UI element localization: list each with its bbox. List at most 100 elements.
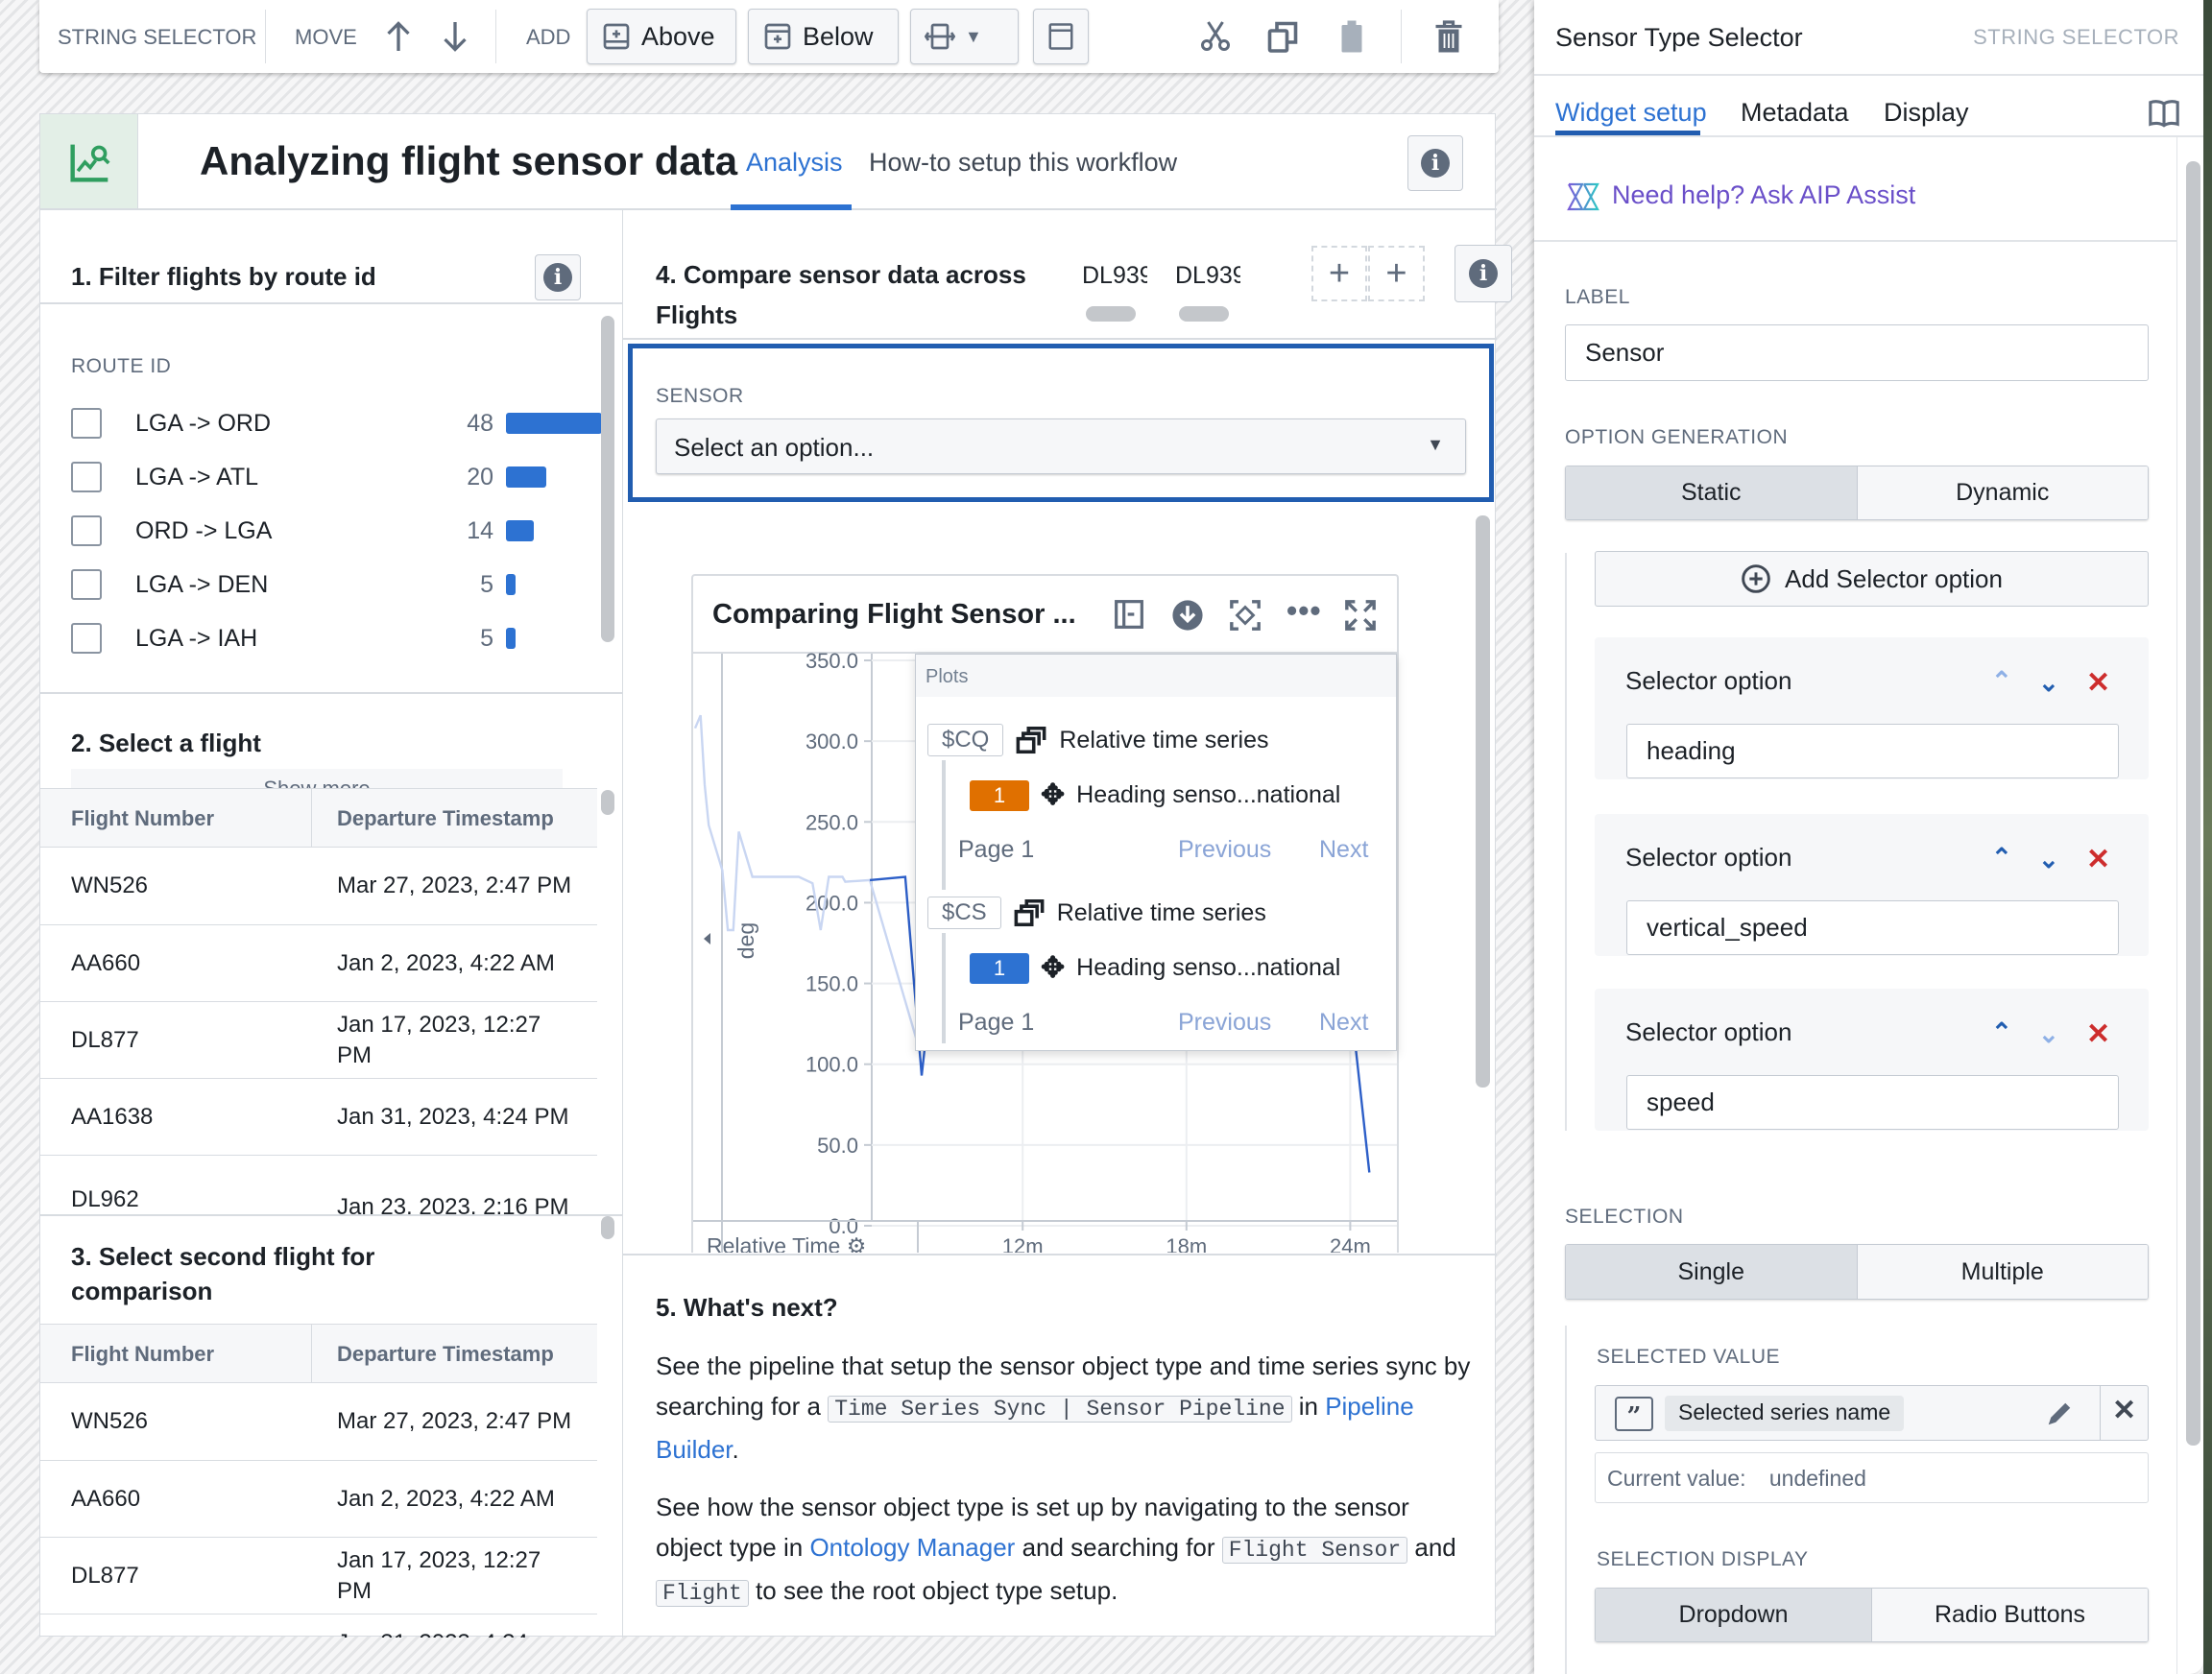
chart-scrollbar[interactable] — [1476, 515, 1490, 1088]
radio-buttons-option[interactable]: Radio Buttons — [1872, 1589, 2148, 1641]
whats-next-section: 5. What's next? See the pipeline that se… — [623, 1254, 1497, 1638]
compare-info-button[interactable]: i — [1455, 245, 1512, 302]
route-list-scrollbar[interactable] — [601, 316, 614, 642]
divider — [1534, 74, 2203, 76]
documentation-book-icon[interactable] — [2148, 99, 2180, 128]
multiple-option[interactable]: Multiple — [1857, 1245, 2148, 1299]
dynamic-option[interactable]: Dynamic — [1857, 466, 2148, 519]
add-above-button[interactable]: Above — [587, 9, 736, 64]
clear-value-icon[interactable]: ✕ — [2112, 1394, 2136, 1427]
route-count-bar — [506, 520, 535, 541]
table-row[interactable]: WN526 Mar 27, 2023, 2:47 PM — [40, 848, 597, 925]
selected-value-field[interactable]: ” Selected series name ✕ — [1595, 1385, 2149, 1441]
chevron-down-icon[interactable]: ⌃ — [2038, 666, 2059, 696]
route-row[interactable]: LGA -> ORD 48 — [71, 404, 609, 442]
next-page-button[interactable]: Next — [1319, 836, 1368, 864]
flight-number: AA660 — [71, 1485, 141, 1512]
table-row[interactable]: DL877 Jan 17, 2023, 12:27 PM — [40, 1538, 597, 1614]
add-plus-icon[interactable]: + — [1311, 246, 1367, 301]
arrow-up-icon[interactable] — [381, 19, 416, 54]
move-icon[interactable]: ✥ — [1041, 778, 1065, 812]
route-row[interactable]: LGA -> ATL 20 — [71, 458, 609, 496]
label-input[interactable]: Sensor — [1565, 324, 2149, 381]
series-row[interactable]: 1 ✥ Heading senso...national — [970, 778, 1340, 812]
plot-tag: $CQ — [927, 724, 1004, 756]
route-checkbox[interactable] — [71, 515, 102, 546]
single-option[interactable]: Single — [1566, 1245, 1858, 1299]
tab-display[interactable]: Display — [1884, 98, 1969, 128]
trash-icon[interactable] — [1431, 19, 1466, 54]
tab-metadata[interactable]: Metadata — [1741, 98, 1849, 128]
table-row[interactable]: AA660 Jan 2, 2023, 4:22 AM — [40, 925, 597, 1002]
option-value-input[interactable]: vertical_speed — [1626, 900, 2119, 955]
flight-table-scrollbar[interactable] — [601, 790, 614, 815]
route-checkbox[interactable] — [71, 408, 102, 439]
sensor-dropdown[interactable]: Select an option... ▼ — [656, 418, 1466, 474]
table-row[interactable]: AA660 Jan 2, 2023, 4:22 AM — [40, 1461, 597, 1538]
column-header-departure[interactable]: Departure Timestamp — [337, 806, 554, 831]
add-plus-icon[interactable]: + — [1368, 246, 1425, 301]
tab-widget-setup[interactable]: Widget setup — [1555, 98, 1707, 128]
cut-icon[interactable] — [1198, 19, 1233, 54]
route-checkbox[interactable] — [71, 462, 102, 492]
column-header-flight-number[interactable]: Flight Number — [71, 806, 214, 831]
panel-layout-button[interactable] — [1033, 9, 1089, 64]
table-row[interactable]: DL962 Jan 23, 2023, 2:16 PM — [40, 1156, 597, 1214]
tab-analysis[interactable]: Analysis — [746, 148, 843, 178]
remove-option-icon[interactable]: ✕ — [2086, 666, 2110, 700]
flight-number: DL877 — [71, 1562, 139, 1589]
panel-scrollbar[interactable] — [2186, 161, 2200, 1446]
chevron-up-icon[interactable]: ⌃ — [1991, 1017, 2012, 1047]
series-row[interactable]: 1 ✥ Heading senso...national — [970, 951, 1340, 985]
route-checkbox[interactable] — [71, 569, 102, 600]
edit-pencil-icon[interactable] — [2045, 1399, 2074, 1428]
arrow-down-icon[interactable] — [438, 19, 472, 54]
option-value-input[interactable]: speed — [1626, 1075, 2119, 1130]
route-row[interactable]: LGA -> DEN 5 — [71, 565, 609, 604]
flight-toggle[interactable] — [1086, 306, 1136, 322]
route-row[interactable]: LGA -> IAH 5 — [71, 619, 609, 658]
plot-tag: $CS — [927, 897, 1001, 929]
remove-option-icon[interactable]: ✕ — [2086, 843, 2110, 876]
flight-toggle[interactable] — [1179, 306, 1229, 322]
chevron-up-icon[interactable]: ⌃ — [1991, 843, 2012, 873]
previous-page-button[interactable]: Previous — [1178, 1009, 1271, 1037]
paste-icon — [1341, 20, 1362, 53]
copy-icon[interactable] — [1265, 19, 1300, 54]
second-table-scrollbar[interactable] — [601, 1216, 614, 1239]
column-header-departure[interactable]: Departure Timestamp — [337, 1342, 554, 1367]
indent-line — [1565, 1326, 1567, 1674]
tab-how-to-setup[interactable]: How-to setup this workflow — [869, 148, 1177, 178]
flight-number: WN526 — [71, 873, 149, 898]
table-row[interactable]: WN526 Mar 27, 2023, 2:47 PM — [40, 1383, 597, 1461]
table-row[interactable]: DL877 Jan 17, 2023, 12:27 PM — [40, 1002, 597, 1079]
plot-group-row[interactable]: $CQ Relative time series — [927, 724, 1269, 756]
ontology-manager-link[interactable]: Ontology Manager — [809, 1533, 1015, 1562]
plot-group-row[interactable]: $CS Relative time series — [927, 897, 1266, 929]
page-indicator: Page 1 — [958, 1009, 1035, 1036]
route-name: LGA -> ORD — [135, 409, 272, 437]
table-row[interactable]: AA1638 Jan 31, 2023, 4:24 PM — [40, 1079, 597, 1156]
route-checkbox[interactable] — [71, 623, 102, 654]
column-header-flight-number[interactable]: Flight Number — [71, 1342, 214, 1367]
current-value: undefined — [1768, 1466, 1866, 1491]
layers-icon — [1016, 726, 1046, 754]
dropdown-option[interactable]: Dropdown — [1596, 1589, 1872, 1641]
move-icon[interactable]: ✥ — [1041, 951, 1065, 985]
filter-info-button[interactable]: i — [535, 254, 581, 300]
departure-timestamp: Jan 31, 2023, 4:24 PM — [337, 1103, 569, 1130]
layout-dropdown-button[interactable]: ▼ — [910, 9, 1019, 64]
aip-assist-link[interactable]: Need help? Ask AIP Assist — [1612, 180, 1915, 210]
static-option[interactable]: Static — [1566, 466, 1858, 519]
remove-option-icon[interactable]: ✕ — [2086, 1017, 2110, 1051]
table-row[interactable]: Jan 31, 2023, 4:24 — [40, 1614, 597, 1638]
add-selector-option-button[interactable]: Add Selector option — [1595, 551, 2149, 607]
previous-page-button[interactable]: Previous — [1178, 836, 1271, 864]
next-page-button[interactable]: Next — [1319, 1009, 1368, 1037]
option-value-input[interactable]: heading — [1626, 724, 2119, 778]
route-row[interactable]: ORD -> LGA 14 — [71, 512, 609, 550]
variable-chip[interactable]: Selected series name — [1665, 1396, 1905, 1431]
module-info-button[interactable]: i — [1407, 135, 1463, 191]
add-below-button[interactable]: Below — [748, 9, 899, 64]
chevron-down-icon[interactable]: ⌃ — [2038, 843, 2059, 873]
